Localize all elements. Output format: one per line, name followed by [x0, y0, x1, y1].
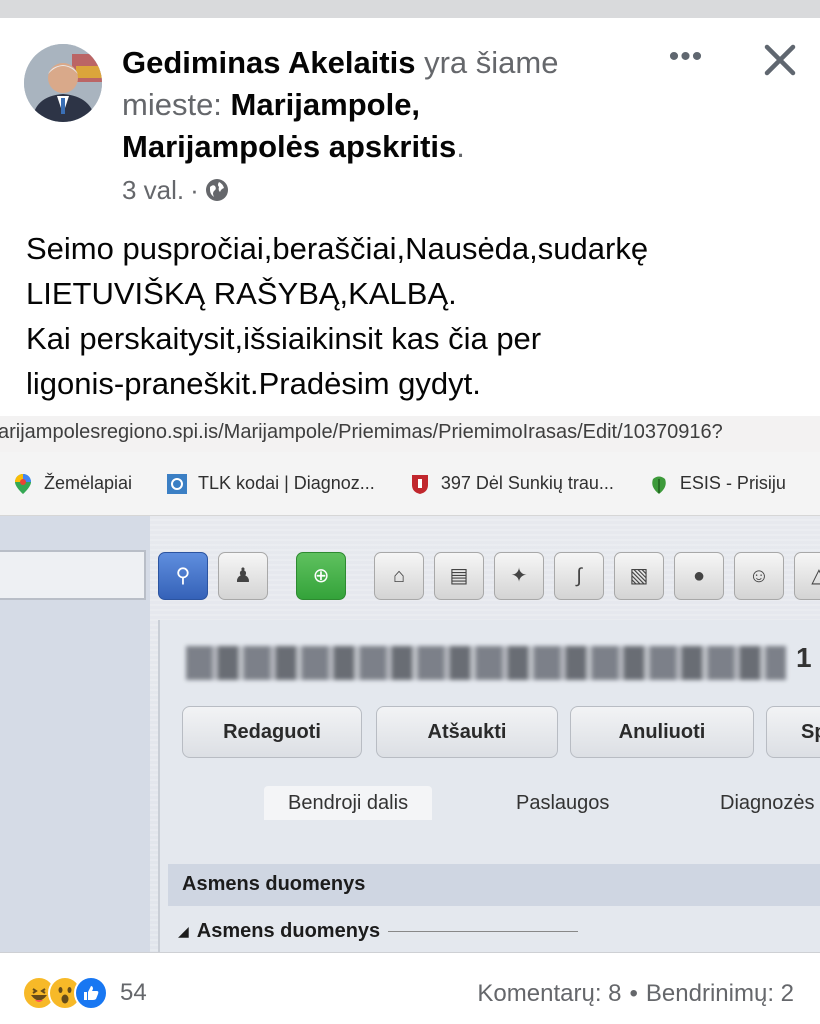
bookmark-item: TLK kodai | Diagnoz...: [166, 473, 375, 495]
photo-tab-general: Bendroji dalis: [264, 786, 433, 820]
photo-tab-row: Bendroji dalis Paslaugos Diagnozės: [158, 786, 820, 826]
home-tool-icon: ⌂: [374, 552, 424, 600]
top-gray-bar: [0, 0, 820, 18]
post-meta: 3 val. ·: [122, 174, 229, 206]
comments-count[interactable]: Komentarų: 8: [477, 980, 621, 1007]
meta-separator: ·: [190, 175, 199, 205]
post-line: Kai perskaitysit,išsiaikinsit kas čia pe…: [26, 321, 542, 356]
photo-tab-diagnoses: Diagnozės: [720, 792, 815, 814]
location-period: .: [456, 129, 465, 164]
photo-collapse-icon: ◢: [178, 923, 189, 939]
globe-icon: [205, 179, 228, 201]
add-tool-icon: ⊕: [296, 552, 346, 600]
engagement-stats: Komentarų: 8 • Bendrinimų: 2: [477, 980, 794, 1008]
location-prefix: yra šiame: [424, 45, 559, 80]
location-city[interactable]: Marijampole,: [231, 87, 421, 122]
people-tool-icon: ♟: [218, 552, 268, 600]
pills-tool-icon: ●: [674, 552, 724, 600]
tag-tool-icon: ✦: [494, 552, 544, 600]
bookmark-label: ESIS - Prisiju: [679, 473, 786, 493]
post-line: LIETUVIŠKĄ RAŠYBĄ,KALBĄ.: [26, 276, 457, 311]
photo-search-field: [0, 550, 146, 600]
bookmark-label: TLK kodai | Diagnoz...: [198, 473, 375, 493]
author-avatar[interactable]: [24, 44, 102, 122]
bookmark-label: Žemėlapiai: [44, 473, 133, 493]
stats-dot: •: [629, 980, 638, 1007]
doctor-tool-icon: ☺: [734, 552, 784, 600]
close-icon: [764, 44, 796, 76]
bottle-tool-icon: ▧: [614, 552, 664, 600]
post-line: Seimo puspročiai,beraščiai,Nausėda,sudar…: [26, 231, 649, 266]
location-prefix-2: mieste:: [122, 87, 222, 122]
photo-annul-button: Anuliuoti: [570, 706, 754, 758]
coat-of-arms-icon: [411, 474, 428, 494]
author-name[interactable]: Gediminas Akelaitis: [122, 45, 415, 80]
flask-tool-icon: △: [794, 552, 820, 600]
search-tool-icon: ⚲: [158, 552, 208, 600]
photo-edit-button: Redaguoti: [182, 706, 362, 758]
leaf-icon: [652, 476, 666, 494]
photo-title-suffix: 1: [796, 642, 812, 673]
like-icon: [74, 976, 108, 1010]
tlk-icon: [167, 473, 188, 494]
more-options-button[interactable]: •••: [664, 42, 708, 78]
photo-bookmarks-bar: Žemėlapiai TLK kodai | Diagnoz... 397 Dė…: [0, 452, 820, 516]
photo-browser-url: arijampolesregiono.spi.is/Marijampole/Pr…: [0, 416, 820, 452]
post-card: Gediminas Akelaitis yra šiame mieste: Ma…: [0, 18, 820, 1024]
folder-tool-icon: ▤: [434, 552, 484, 600]
post-time[interactable]: 3 val.: [122, 174, 184, 206]
photo-subsection: ◢ Asmens duomenys: [178, 920, 579, 943]
close-button[interactable]: [758, 38, 802, 82]
location-county[interactable]: Marijampolės apskritis: [122, 129, 456, 164]
post-header: Gediminas Akelaitis yra šiame mieste: Ma…: [122, 42, 642, 168]
maps-pin-icon: [15, 473, 31, 494]
shares-count[interactable]: Bendrinimų: 2: [646, 980, 794, 1007]
bookmark-item: 397 Dėl Sunkių trau...: [409, 473, 614, 495]
photo-cancel-button: Atšaukti: [376, 706, 558, 758]
photo-subsection-label: Asmens duomenys: [196, 920, 381, 942]
photo-left-panel: [0, 516, 150, 952]
bookmark-label: 397 Dėl Sunkių trau...: [440, 473, 614, 493]
post-photo[interactable]: arijampolesregiono.spi.is/Marijampole/Pr…: [0, 416, 820, 952]
photo-tab-services: Paslaugos: [516, 792, 610, 814]
stethoscope-tool-icon: ∫: [554, 552, 604, 600]
avatar-photo: [24, 44, 102, 122]
bookmark-item: Žemėlapiai: [12, 473, 132, 495]
bookmark-item: ESIS - Prisiju: [648, 473, 786, 495]
photo-more-button: Sp: [766, 706, 820, 758]
reactions-summary[interactable]: 54: [22, 976, 147, 1010]
reaction-count: 54: [120, 979, 147, 1006]
photo-subsection-rule: [388, 931, 579, 932]
post-body: Seimo puspročiai,beraščiai,Nausėda,sudar…: [26, 226, 806, 406]
photo-blurred-patient-name: [186, 646, 786, 680]
post-footer: 54 Komentarų: 8 • Bendrinimų: 2: [0, 952, 820, 1024]
post-line: ligonis-praneškit.Pradėsim gydyt.: [26, 366, 481, 401]
photo-section-header: Asmens duomenys: [168, 864, 820, 906]
